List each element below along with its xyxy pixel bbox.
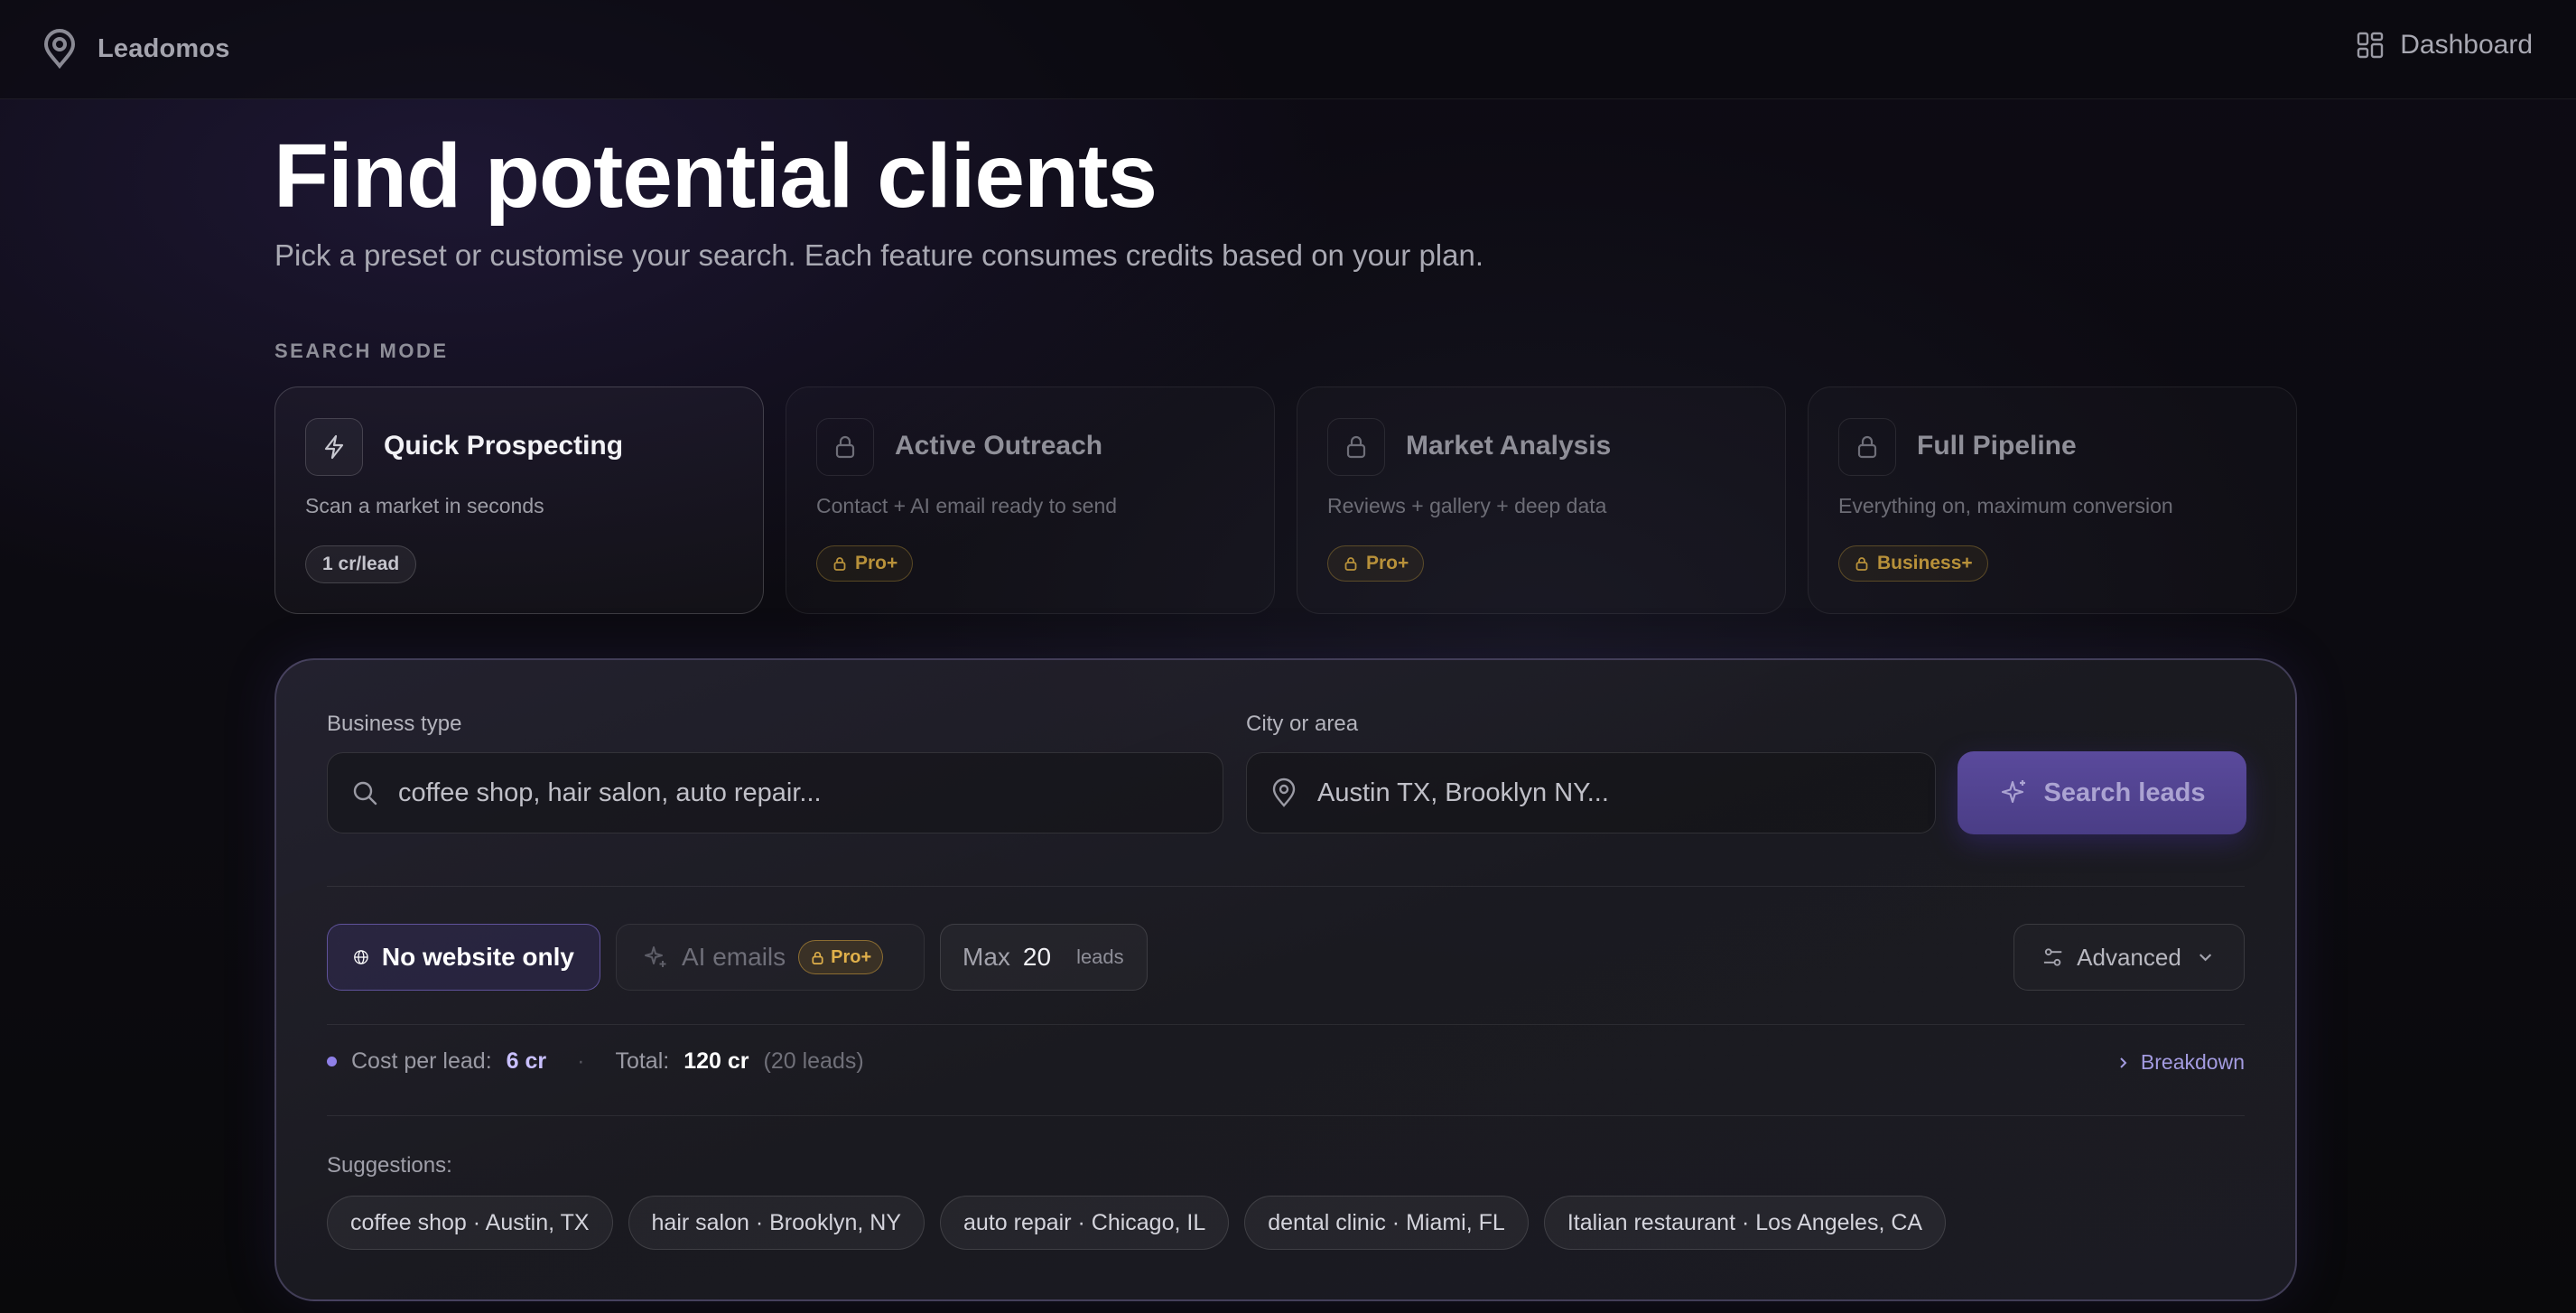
breakdown-toggle[interactable]: Breakdown [2116,1050,2245,1075]
lock-icon [1855,557,1868,571]
chevron-right-icon [2120,1057,2127,1068]
city-label: City or area [1246,712,1359,736]
advanced-label: Advanced [2077,943,2181,971]
max-label: Max [963,943,1010,971]
search-leads-button[interactable]: Search leads [1958,751,2246,834]
page-subtitle: Pick a preset or customise your search. … [274,238,1483,272]
plan-badge: Pro+ [816,545,914,582]
map-pin-icon [1272,778,1296,807]
mode-description: Reviews + gallery + deep data [1327,494,1607,517]
pro-badge: Pro+ [798,940,884,974]
suggestions-list: coffee shop · Austin, TX hair salon · Br… [327,1196,1947,1250]
separator: · [577,1048,585,1074]
cost-summary: Cost per lead: 6 cr · Total: 120 cr (20 … [327,1048,864,1075]
location-pin-logo-icon [43,29,76,69]
divider [327,1024,2245,1025]
lock-icon [1344,557,1357,571]
mode-card-full-pipeline[interactable]: Full Pipeline Everything on, maximum con… [1808,386,2297,614]
suggestion-chip[interactable]: dental clinic · Miami, FL [1244,1196,1529,1250]
cost-per-lead-label: Cost per lead: [351,1048,492,1074]
business-type-field[interactable] [327,752,1223,833]
mode-description: Everything on, maximum conversion [1838,494,2173,517]
mode-title: Market Analysis [1406,431,1612,461]
plan-badge: Pro+ [1327,545,1425,582]
suggestions-label: Suggestions: [327,1153,452,1178]
cost-per-lead-value: 6 cr [506,1048,547,1074]
mode-description: Scan a market in seconds [305,494,544,517]
mode-card-market-analysis[interactable]: Market Analysis Reviews + gallery + deep… [1297,386,1786,614]
app-name: Leadomos [98,33,230,63]
total-value: 120 cr [684,1048,749,1074]
mode-title: Full Pipeline [1917,431,2077,461]
mode-title: Active Outreach [895,431,1103,461]
chevron-down-icon [2199,954,2211,962]
max-leads-stepper[interactable]: Max 20 leads [940,924,1148,991]
breakdown-label: Breakdown [2140,1050,2245,1074]
logo[interactable]: Leadomos [42,29,230,69]
suggestion-chip[interactable]: coffee shop · Austin, TX [327,1196,613,1250]
dashboard-label: Dashboard [2400,30,2533,60]
total-note: (20 leads) [763,1048,864,1074]
lock-icon [812,951,823,964]
sliders-icon [2043,948,2062,966]
search-icon [353,781,377,805]
mode-description: Contact + AI email ready to send [816,494,1118,517]
bolt-icon [305,418,363,476]
status-dot [327,1057,337,1066]
search-panel: Business type City or area Search leads … [274,658,2297,1301]
no-website-toggle[interactable]: No website only [327,924,600,991]
city-input[interactable] [1317,778,1935,808]
total-label: Total: [615,1048,670,1074]
mode-card-active-outreach[interactable]: Active Outreach Contact + AI email ready… [786,386,1275,614]
dashboard-link[interactable]: Dashboard [2357,30,2533,61]
business-type-label: Business type [327,712,462,736]
search-leads-label: Search leads [2043,778,2206,807]
no-website-label: No website only [381,943,574,971]
ai-emails-label: AI emails [682,943,786,971]
credit-badge: 1 cr/lead [305,545,417,583]
advanced-button[interactable]: Advanced [2013,924,2245,991]
suggestion-chip[interactable]: auto repair · Chicago, IL [940,1196,1230,1250]
ai-emails-toggle[interactable]: AI emails Pro+ [616,924,925,991]
mode-card-quick-prospecting[interactable]: Quick Prospecting Scan a market in secon… [274,386,764,614]
divider [327,1115,2245,1116]
suggestion-chip[interactable]: hair salon · Brooklyn, NY [628,1196,925,1250]
max-value[interactable]: 20 [1023,943,1051,972]
sparkles-icon [645,946,666,967]
business-type-input[interactable] [398,778,1223,808]
top-bar: Leadomos Dashboard [0,0,2576,99]
lock-icon [816,418,874,476]
sparkles-icon [2001,780,2025,804]
mode-title: Quick Prospecting [384,431,624,461]
grid-icon [2357,32,2384,59]
city-field[interactable] [1246,752,1936,833]
suggestion-chip[interactable]: Italian restaurant · Los Angeles, CA [1543,1196,1947,1250]
lock-icon [833,557,846,571]
plan-badge: Business+ [1838,545,1988,582]
page-title: Find potential clients [274,126,1158,227]
lock-icon [1838,418,1896,476]
lock-icon [1327,418,1385,476]
globe-icon [354,950,368,964]
search-mode-label: SEARCH MODE [274,340,449,362]
max-unit: leads [1076,945,1124,968]
divider [327,886,2245,887]
